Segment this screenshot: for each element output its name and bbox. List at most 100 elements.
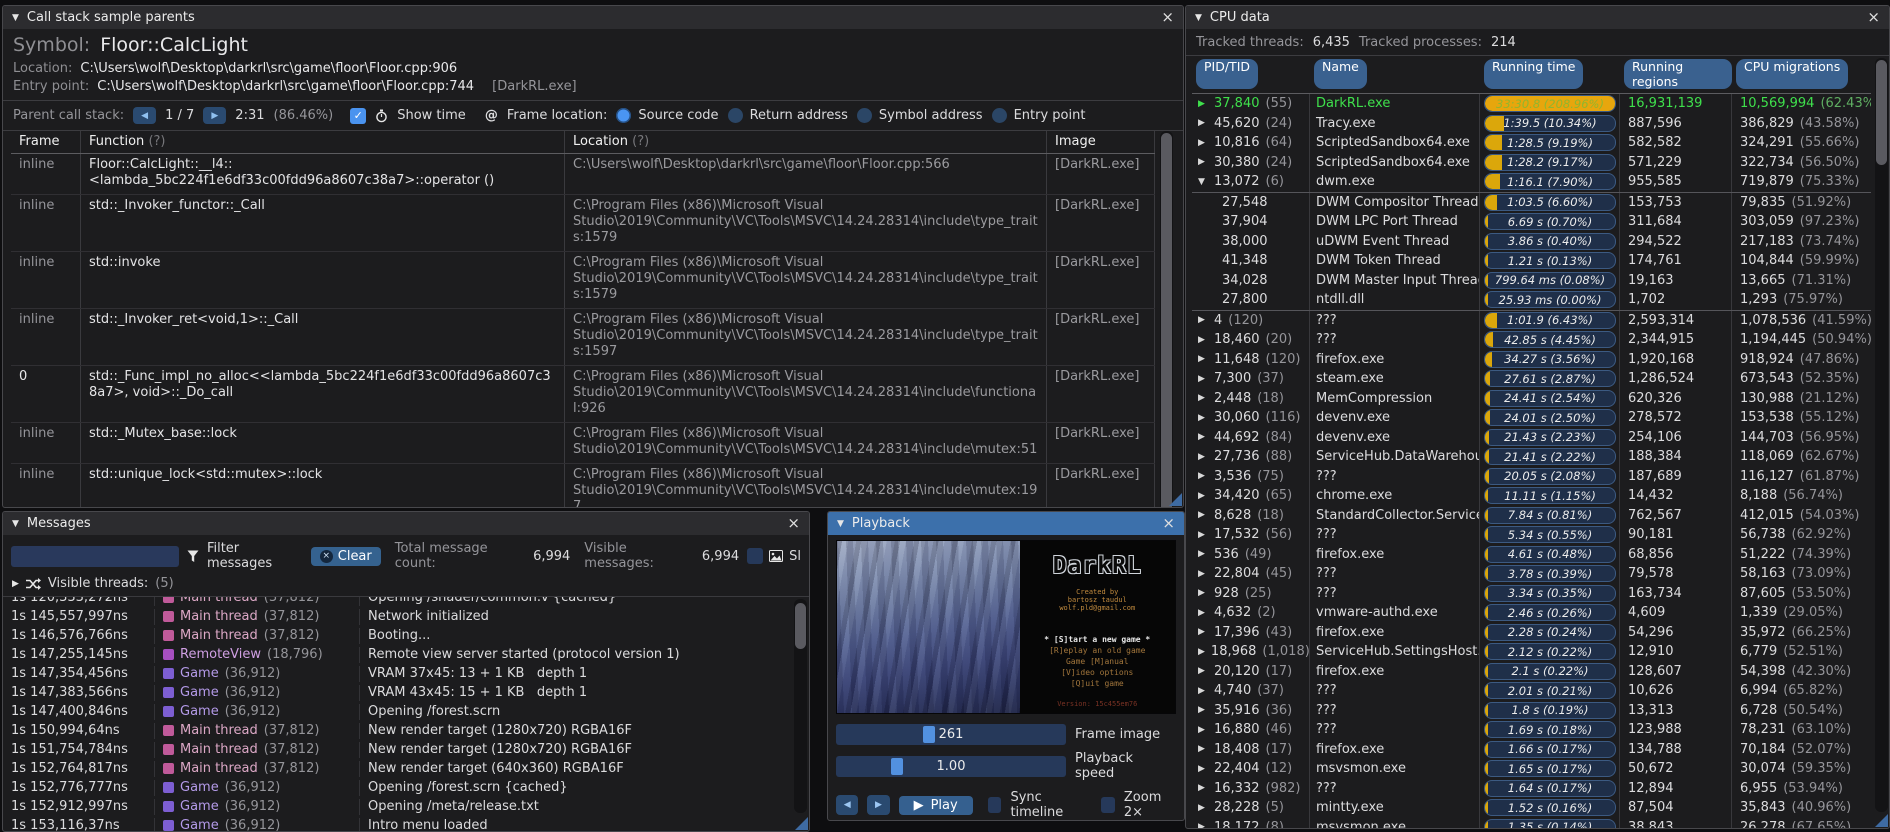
playback-titlebar[interactable]: ▼ Playback × — [828, 512, 1184, 535]
process-row[interactable]: ▶ 30,060 (116) devenv.exe 24.01 s (2.50%) 278… — [1192, 408, 1871, 428]
expand-arrow-icon[interactable]: ▶ — [1198, 413, 1208, 423]
process-row[interactable]: ▶ 35,916 (36)??? 1.8 s (0.19%) 13,313 6,728 (5… — [1192, 700, 1871, 720]
process-row[interactable]: ▶ 18,172 (8) msvsmon.exe 1.35 s (0.14%) 38,84… — [1192, 817, 1871, 828]
expand-arrow-icon[interactable]: ▶ — [1198, 725, 1208, 735]
expand-arrow-icon[interactable]: ▶ — [1198, 530, 1208, 540]
expand-arrow-icon[interactable]: ▶ — [1198, 432, 1208, 442]
process-row[interactable]: ▶ 27,736 (88) ServiceHub.DataWarehouse 21.41… — [1192, 447, 1871, 467]
close-icon[interactable]: × — [1161, 10, 1174, 25]
play-button[interactable]: ▶ Play — [898, 795, 973, 815]
sync-timeline-checkbox[interactable] — [987, 797, 1002, 813]
radio-source-code[interactable]: Source code — [616, 108, 719, 123]
process-row[interactable]: ▶ 4 (120)??? 1:01.9 (6.43%) 2,593,314 1,078,5… — [1192, 310, 1871, 330]
col-name[interactable]: Name — [1314, 59, 1367, 89]
resize-grip[interactable] — [1875, 814, 1888, 827]
process-row[interactable]: ▶ 4,740 (37)??? 2.01 s (0.21%) 10,626 6,994 (6… — [1192, 681, 1871, 701]
process-row[interactable]: ▶ 34,420 (65) chrome.exe 11.11 s (1.15%) 14,4… — [1192, 486, 1871, 506]
expand-arrow-icon[interactable]: ▶ — [1198, 393, 1208, 403]
expand-arrow-icon[interactable]: ▶ — [1198, 608, 1208, 618]
expand-arrow-icon[interactable]: ▶ — [1198, 315, 1208, 325]
process-row[interactable]: ▶ 10,816 (64) ScriptedSandbox64.exe 1:28.5 (… — [1192, 133, 1871, 153]
show-images-group[interactable]: Sl — [747, 548, 801, 564]
radio-return-address[interactable]: Return address — [727, 108, 848, 123]
message-row[interactable]: 1s 147,383,566ns Game (36,912) VRAM 43x45: … — [3, 683, 791, 702]
step-forward-button[interactable]: ▶ — [867, 795, 890, 815]
message-row[interactable]: 1s 147,354,456ns Game (36,912) VRAM 37x45: … — [3, 664, 791, 683]
process-row[interactable]: ▶ 22,404 (12) msvsmon.exe 1.65 s (0.17%) 50,6… — [1192, 759, 1871, 779]
process-row[interactable]: ▶ 37,840 (55) DarkRL.exe 33:30.8 (208.96%) 16… — [1192, 94, 1871, 114]
next-callstack-button[interactable]: ▶ — [203, 107, 227, 124]
table-row[interactable]: inline Floor::CalcLight::__l4::<lambda_5b… — [11, 154, 1155, 195]
process-row[interactable]: 38,000 uDWM Event Thread 3.86 s (0.40%) 294… — [1192, 231, 1871, 251]
expand-arrow-icon[interactable]: ▶ — [1198, 157, 1208, 167]
message-row[interactable]: 1s 152,912,997ns Game (36,912) Opening /met… — [3, 797, 791, 816]
collapse-arrow-icon[interactable]: ▼ — [837, 519, 844, 529]
process-row[interactable]: ▶ 536 (49) firefox.exe 4.61 s (0.48%) 68,856 5… — [1192, 544, 1871, 564]
expand-arrow-icon[interactable]: ▶ — [1198, 471, 1208, 481]
expand-arrow-icon[interactable]: ▶ — [1198, 138, 1208, 148]
process-row[interactable]: ▶ 17,532 (56)??? 5.34 s (0.55%) 90,181 56,738… — [1192, 525, 1871, 545]
expand-arrow-icon[interactable]: ▶ — [1198, 705, 1208, 715]
col-frame[interactable]: Frame — [11, 131, 81, 153]
process-row[interactable]: 27,800 ntdll.dll 25.93 ms (0.00%) 1,702 1,29… — [1192, 290, 1871, 311]
expand-arrow-icon[interactable]: ▶ — [1198, 666, 1208, 676]
message-row[interactable]: 1s 147,255,145ns RemoteView (18,796) Remote… — [3, 645, 791, 664]
radio-icon[interactable] — [727, 108, 743, 123]
callstack-scrollbar[interactable] — [1160, 131, 1173, 507]
close-icon[interactable]: × — [1867, 10, 1880, 25]
radio-icon[interactable] — [856, 108, 872, 123]
resize-grip[interactable] — [795, 817, 808, 830]
process-row[interactable]: 41,348 DWM Token Thread 1.21 s (0.13%) 174,… — [1192, 251, 1871, 271]
process-row[interactable]: ▶ 20,120 (17) firefox.exe 2.1 s (0.22%) 128,6… — [1192, 661, 1871, 681]
expand-arrow-icon[interactable]: ▶ — [1198, 686, 1208, 696]
collapse-arrow-icon[interactable]: ▼ — [12, 519, 19, 529]
visible-threads-row[interactable]: ▶ Visible threads: (5) — [3, 576, 809, 597]
process-row[interactable]: ▶ 17,396 (43) firefox.exe 2.28 s (0.24%) 54,2… — [1192, 622, 1871, 642]
expand-arrow-icon[interactable]: ▶ — [12, 579, 19, 589]
show-time-checkbox[interactable]: ✓ — [350, 107, 367, 124]
messages-titlebar[interactable]: ▼ Messages × — [3, 512, 809, 535]
process-row[interactable]: ▶ 30,380 (24) ScriptedSandbox64.exe 1:28.2 (… — [1192, 152, 1871, 172]
process-row[interactable]: ▶ 18,408 (17) firefox.exe 1.66 s (0.17%) 134,… — [1192, 739, 1871, 759]
process-row[interactable]: ▶ 22,804 (45)??? 3.78 s (0.39%) 79,578 58,163… — [1192, 564, 1871, 584]
cpu-titlebar[interactable]: ▼ CPU data × — [1186, 6, 1889, 29]
frame-image-slider[interactable]: 261 — [836, 724, 1066, 745]
col-location[interactable]: Location (?) — [565, 131, 1047, 153]
expand-arrow-icon[interactable]: ▶ — [1198, 354, 1208, 364]
process-row[interactable]: ▶ 8,628 (18) StandardCollector.Service.e 7.8… — [1192, 505, 1871, 525]
table-row[interactable]: inline std::invoke C:\Program Files (x86)\… — [11, 252, 1155, 309]
message-row[interactable]: 1s 151,754,784ns Main thread (37,812) New r… — [3, 740, 791, 759]
col-pid-tid[interactable]: PID/TID — [1196, 59, 1259, 89]
expand-arrow-icon[interactable]: ▶ — [1198, 569, 1208, 579]
message-row[interactable]: 1s 150,994,64ns Main thread (37,812) New re… — [3, 721, 791, 740]
expand-arrow-icon[interactable]: ▶ — [1198, 783, 1208, 793]
process-row[interactable]: ▶ 16,880 (46)??? 1.69 s (0.18%) 123,988 78,23… — [1192, 720, 1871, 740]
scrollbar-thumb[interactable] — [1876, 60, 1887, 165]
process-row[interactable]: 34,028 DWM Master Input Thread 799.64 ms (… — [1192, 270, 1871, 290]
radio-entry-point[interactable]: Entry point — [991, 108, 1085, 123]
process-row[interactable]: ▶ 7,300 (37) steam.exe 27.61 s (2.87%) 1,286,… — [1192, 369, 1871, 389]
expand-arrow-icon[interactable]: ▶ — [1198, 510, 1208, 520]
message-row[interactable]: 1s 146,576,766ns Main thread (37,812) Booti… — [3, 626, 791, 645]
resize-grip[interactable] — [1169, 493, 1182, 506]
message-row[interactable]: 1s 152,776,777ns Game (36,912) Opening /for… — [3, 778, 791, 797]
expand-arrow-icon[interactable]: ▼ — [1198, 177, 1208, 187]
col-image[interactable]: Image — [1047, 131, 1155, 153]
radio-icon[interactable] — [616, 108, 632, 123]
clear-button[interactable]: × Clear — [310, 546, 381, 566]
scrollbar-thumb[interactable] — [1161, 133, 1172, 507]
col-function[interactable]: Function (?) — [81, 131, 565, 153]
expand-arrow-icon[interactable]: ▶ — [1198, 335, 1208, 345]
process-row[interactable]: 37,904 DWM LPC Port Thread 6.69 s (0.70%) 3… — [1192, 212, 1871, 232]
close-icon[interactable]: × — [787, 516, 800, 531]
process-row[interactable]: ▶ 18,968 (1,018) ServiceHub.SettingsHost.ex… — [1192, 642, 1871, 662]
process-row[interactable]: ▶ 18,460 (20)??? 42.85 s (4.45%) 2,344,915 1,… — [1192, 330, 1871, 350]
prev-callstack-button[interactable]: ◀ — [133, 107, 157, 124]
process-row[interactable]: ▶ 3,536 (75)??? 20.05 s (2.08%) 187,689 116,1… — [1192, 466, 1871, 486]
process-row[interactable]: ▶ 45,620 (24) Tracy.exe 1:39.5 (10.34%) 887,5… — [1192, 113, 1871, 133]
process-row[interactable]: ▶ 28,228 (5) mintty.exe 1.52 s (0.16%) 87,504… — [1192, 798, 1871, 818]
radio-symbol-address[interactable]: Symbol address — [856, 108, 983, 123]
expand-arrow-icon[interactable]: ▶ — [1198, 647, 1205, 657]
expand-arrow-icon[interactable]: ▶ — [1198, 549, 1208, 559]
message-row[interactable]: 1s 120,333,272ns Main thread (37,812) Openi… — [3, 597, 791, 607]
